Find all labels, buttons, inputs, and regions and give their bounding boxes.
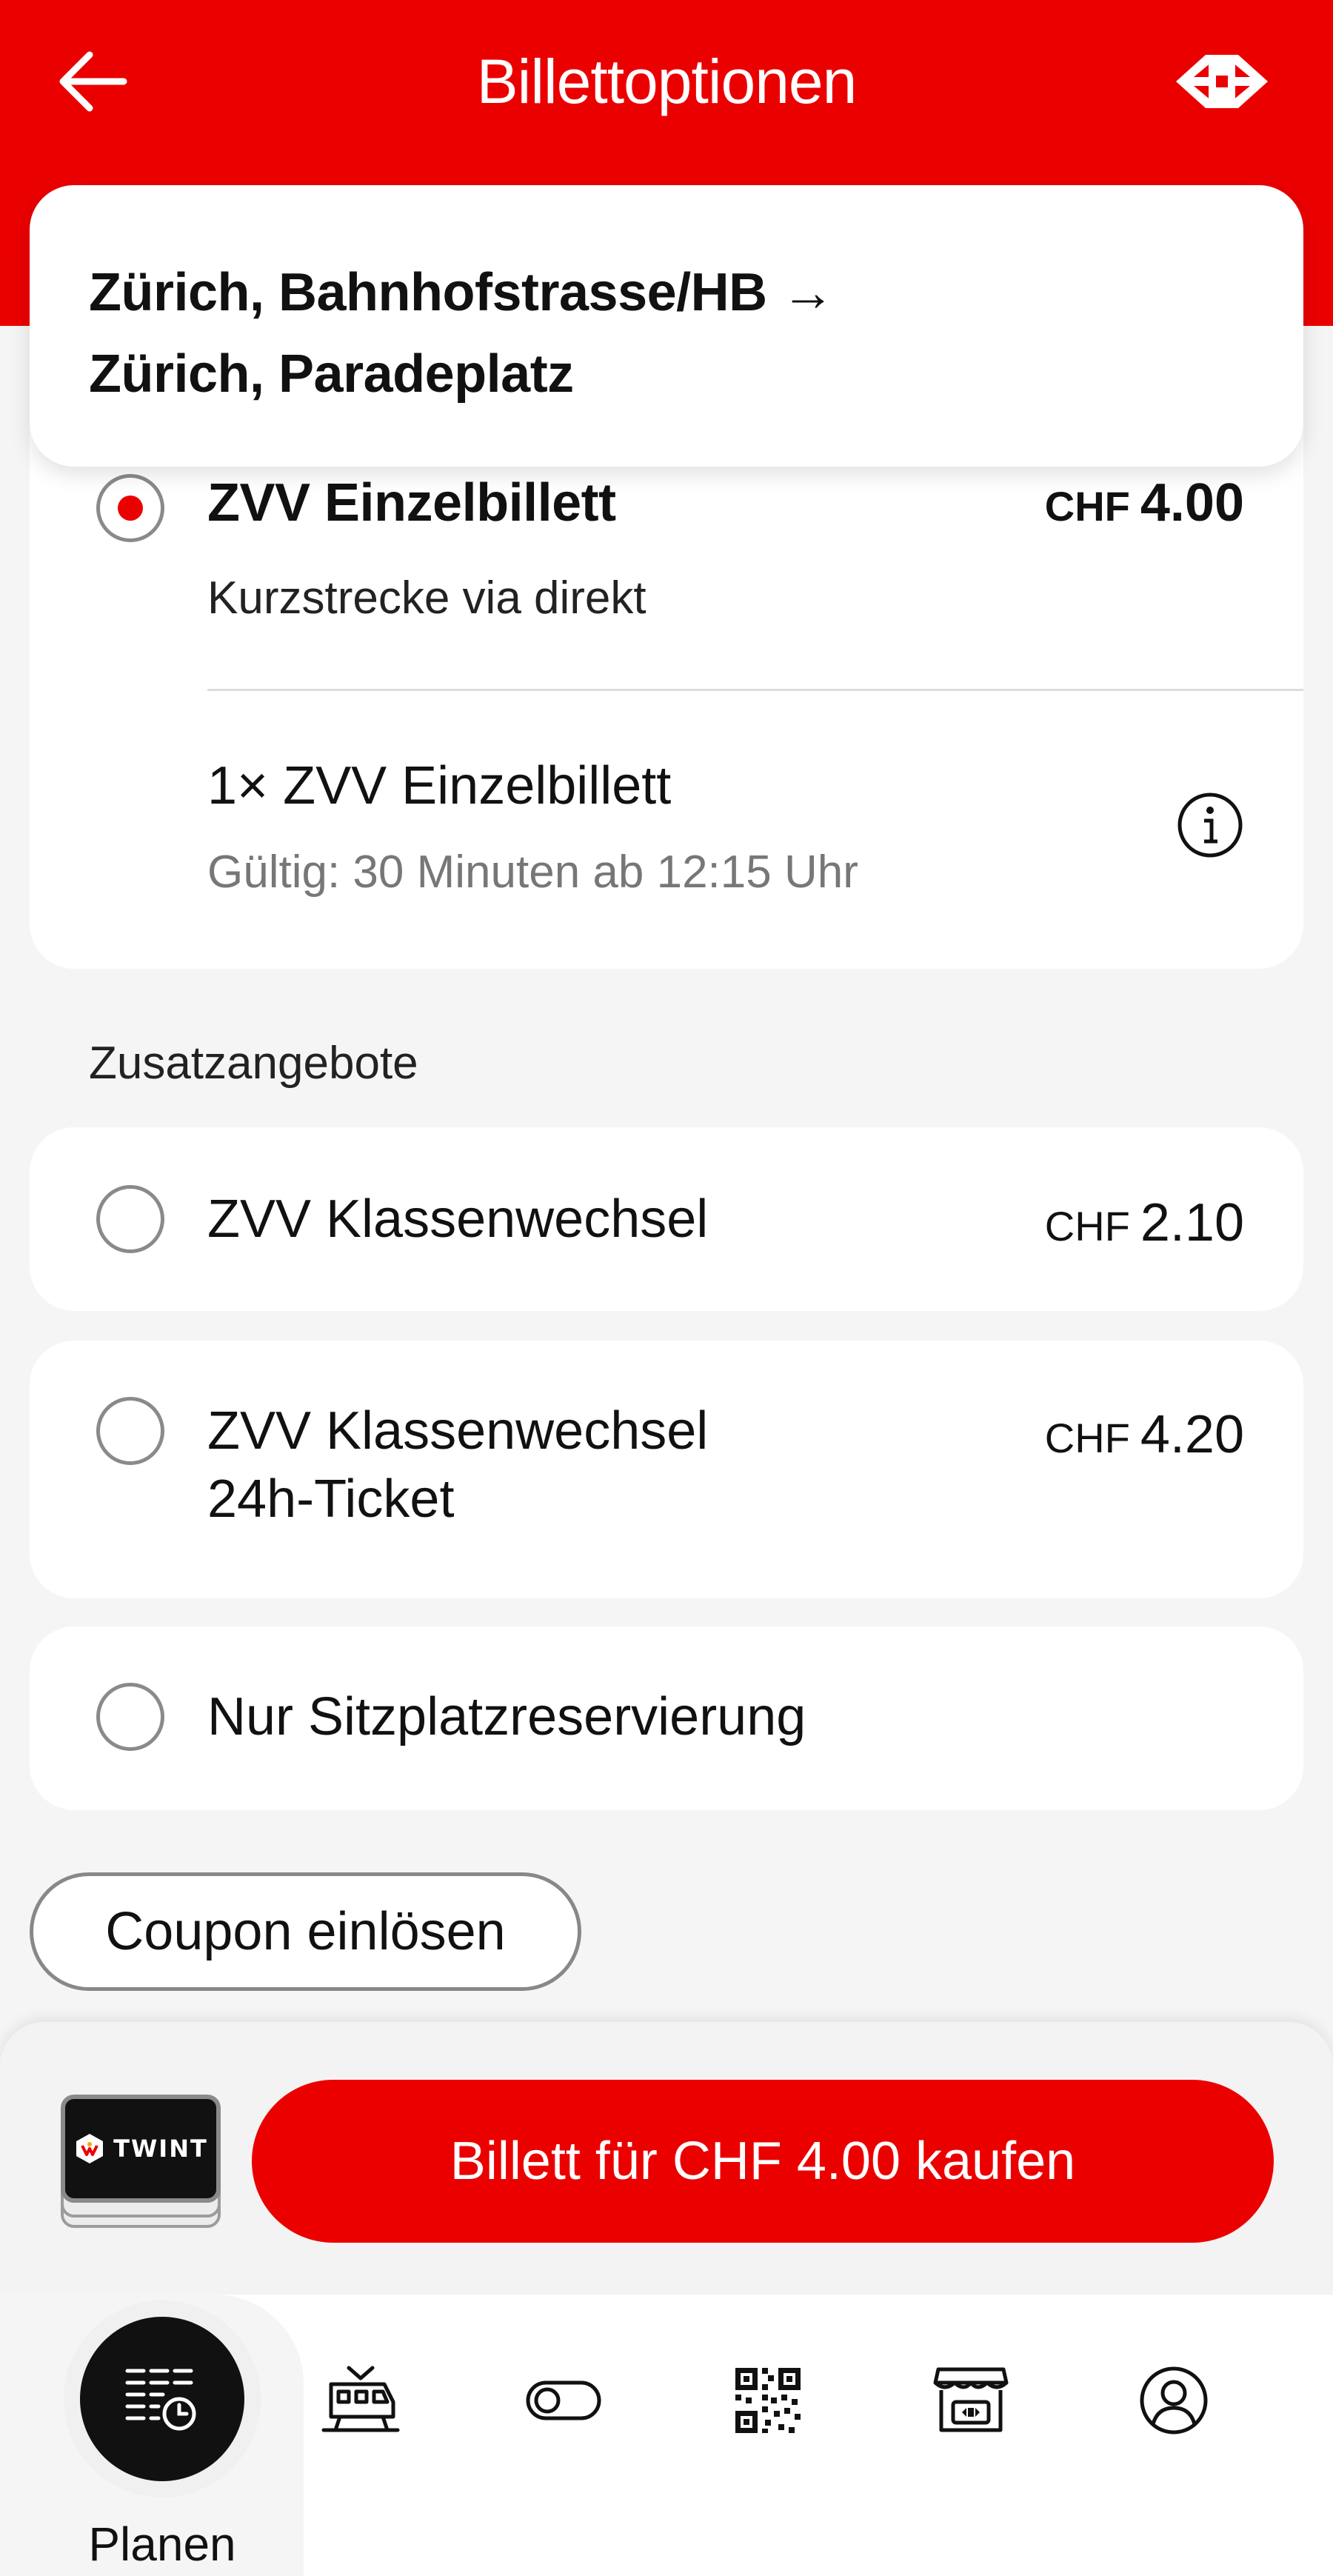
extra-radio[interactable] bbox=[96, 1683, 164, 1751]
route-from: Zürich, Bahnhofstrasse/HB → bbox=[89, 263, 835, 322]
extra-option-amount: 4.20 bbox=[1140, 1405, 1244, 1464]
twint-logo-icon bbox=[76, 2134, 104, 2163]
extra-option-price: CHF 4.20 bbox=[1045, 1404, 1244, 1465]
ticket-option-card[interactable]: ZVV Einzelbillett CHF 4.00 Kurzstrecke vi… bbox=[30, 385, 1303, 969]
ticket-radio-selected[interactable] bbox=[96, 474, 164, 542]
checkout-bar: TWINT Billett für CHF 4.00 kaufen bbox=[0, 2022, 1333, 2303]
tab-tickets[interactable] bbox=[727, 2360, 809, 2441]
sbb-logo-icon bbox=[1176, 55, 1268, 108]
bottom-tab-bar: Planen bbox=[0, 2295, 1333, 2576]
tab-shop[interactable] bbox=[930, 2360, 1012, 2441]
extra-option-amount: 2.10 bbox=[1140, 1193, 1244, 1252]
ticket-validity: Gültig: 30 Minuten ab 12:15 Uhr bbox=[207, 847, 858, 898]
ticket-item: 1× ZVV Einzelbillett bbox=[207, 756, 672, 815]
twint-label: TWINT bbox=[113, 2135, 208, 2163]
page-title: Billettoptionen bbox=[476, 47, 858, 116]
tab-train[interactable] bbox=[320, 2360, 401, 2441]
tab-profile[interactable] bbox=[1133, 2360, 1215, 2441]
route-card: Zürich, Bahnhofstrasse/HB → Zürich, Para… bbox=[30, 185, 1303, 467]
ticket-amount: 4.00 bbox=[1140, 473, 1244, 533]
extra-radio[interactable] bbox=[96, 1185, 164, 1253]
extras-section-label: Zusatzangebote bbox=[89, 1038, 418, 1089]
extra-option-card[interactable]: ZVV Klassenwechsel 24h-Ticket CHF 4.20 bbox=[30, 1341, 1303, 1598]
ticket-price: CHF 4.00 bbox=[1045, 473, 1244, 533]
sbb-logo bbox=[1166, 44, 1277, 119]
extra-option-currency: CHF bbox=[1044, 1203, 1130, 1249]
profile-icon bbox=[1140, 2366, 1208, 2435]
extra-option-label-line2: 24h-Ticket bbox=[207, 1469, 455, 1529]
ticket-currency: CHF bbox=[1044, 483, 1130, 530]
extra-option-price: CHF 2.10 bbox=[1045, 1192, 1244, 1253]
tab-plan[interactable] bbox=[80, 2317, 244, 2481]
extra-option-label-line1: ZVV Klassenwechsel bbox=[207, 1401, 709, 1461]
info-button[interactable] bbox=[1176, 791, 1244, 859]
extra-option-card[interactable]: Nur Sitzplatzreservierung bbox=[30, 1626, 1303, 1810]
extra-option-label: ZVV Klassenwechsel 24h-Ticket bbox=[207, 1397, 708, 1533]
tab-plan-label: Planen bbox=[88, 2517, 236, 2571]
toggle-icon bbox=[526, 2380, 601, 2420]
extra-option-card[interactable]: ZVV Klassenwechsel CHF 2.10 bbox=[30, 1127, 1303, 1311]
route-to: Zürich, Paradeplatz bbox=[89, 344, 574, 404]
extra-option-currency: CHF bbox=[1044, 1415, 1130, 1461]
train-icon bbox=[321, 2366, 400, 2432]
divider bbox=[207, 689, 1303, 691]
ticket-name: ZVV Einzelbillett bbox=[207, 473, 616, 533]
ticket-subtitle: Kurzstrecke via direkt bbox=[207, 573, 647, 624]
shop-icon bbox=[933, 2367, 1009, 2432]
qr-code-icon bbox=[735, 2368, 801, 2433]
info-icon bbox=[1177, 793, 1243, 858]
extra-option-label: Nur Sitzplatzreservierung bbox=[207, 1687, 806, 1746]
extra-option-label: ZVV Klassenwechsel bbox=[207, 1189, 709, 1249]
plan-icon bbox=[125, 2369, 196, 2431]
tab-toggle[interactable] bbox=[523, 2360, 604, 2441]
payment-method-selector[interactable]: TWINT bbox=[61, 2095, 221, 2228]
coupon-button[interactable]: Coupon einlösen bbox=[30, 1872, 581, 1991]
extra-radio[interactable] bbox=[96, 1397, 164, 1465]
twint-card: TWINT bbox=[61, 2095, 221, 2203]
buy-ticket-button[interactable]: Billett für CHF 4.00 kaufen bbox=[252, 2080, 1274, 2243]
